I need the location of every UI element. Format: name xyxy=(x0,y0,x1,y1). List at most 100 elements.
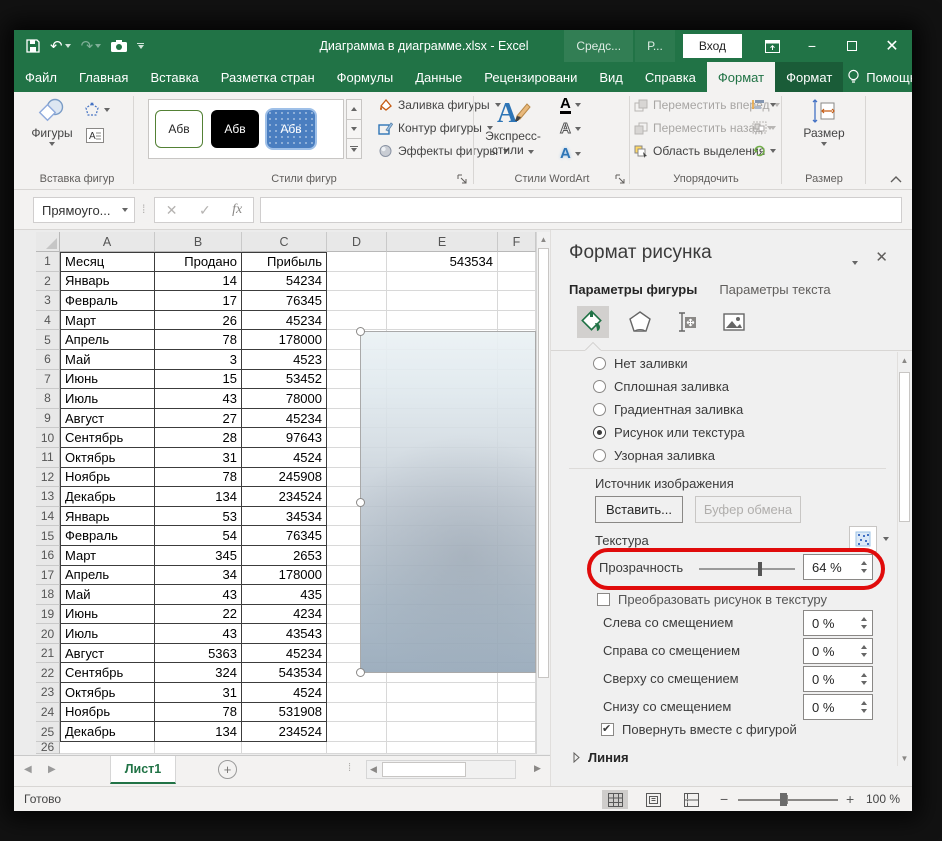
formula-input[interactable] xyxy=(260,197,902,223)
ribbon-tab[interactable]: Рецензировани xyxy=(473,62,588,92)
scroll-up-arrow[interactable]: ▲ xyxy=(537,232,550,246)
grid-cell[interactable] xyxy=(498,271,536,292)
grid-cell[interactable]: Месяц xyxy=(60,252,155,272)
grid-cell[interactable]: 3 xyxy=(155,349,242,370)
grid-cell[interactable]: 43 xyxy=(155,585,242,605)
grid-cell[interactable]: Март xyxy=(60,310,155,331)
contextual-group-picture-tools[interactable]: Р... xyxy=(635,30,675,62)
grid-cell[interactable] xyxy=(387,741,498,754)
selection-pane-button[interactable]: Область выделения xyxy=(634,144,765,158)
insert-picture-button[interactable]: Вставить... xyxy=(595,496,683,523)
grid-cell[interactable]: 76345 xyxy=(242,291,327,311)
grid-cell[interactable]: Февраль xyxy=(60,526,155,546)
fill-option[interactable]: Рисунок или текстура xyxy=(593,425,745,440)
maximize-button[interactable] xyxy=(832,30,872,62)
grid-col-header[interactable]: B xyxy=(155,232,242,252)
picture-icon[interactable] xyxy=(718,306,750,338)
spinner-arrows[interactable] xyxy=(861,645,867,657)
grid-cell[interactable]: Июль xyxy=(60,624,155,644)
grid-cell[interactable]: Август xyxy=(60,643,155,664)
grid-cell[interactable]: 45234 xyxy=(242,310,327,331)
picture-handle-top-left[interactable] xyxy=(356,327,365,336)
close-button[interactable]: ✕ xyxy=(872,30,912,62)
grid-row-header[interactable]: 4 xyxy=(36,310,60,331)
fill-option[interactable]: Сплошная заливка xyxy=(593,379,729,394)
grid-cell[interactable] xyxy=(327,271,387,292)
size-button[interactable]: Размер xyxy=(800,98,848,146)
grid-cell[interactable] xyxy=(498,741,536,754)
grid-cell[interactable] xyxy=(498,310,536,331)
grid-cell[interactable]: Ноябрь xyxy=(60,702,155,723)
grid-cell[interactable]: 28 xyxy=(155,428,242,448)
grid-cell[interactable]: 134 xyxy=(155,487,242,507)
clipboard-button[interactable]: Буфер обмена xyxy=(695,496,801,523)
grid-cell[interactable] xyxy=(327,702,387,723)
transparency-slider[interactable] xyxy=(699,562,795,576)
grid-row-header[interactable]: 24 xyxy=(36,702,60,723)
grid-row-header[interactable]: 10 xyxy=(36,428,60,448)
grid-row-header[interactable]: 23 xyxy=(36,683,60,703)
grid-cell[interactable]: 78 xyxy=(155,330,242,350)
grid-cell[interactable]: 43 xyxy=(155,389,242,409)
line-section-header[interactable]: Линия xyxy=(573,750,629,765)
zoom-in-button[interactable]: + xyxy=(846,791,854,807)
radio-unselected[interactable] xyxy=(593,403,606,416)
grid-cell[interactable] xyxy=(327,252,387,272)
ribbon-tab[interactable]: Формулы xyxy=(326,62,405,92)
grid-cell[interactable] xyxy=(327,683,387,703)
grid-row-header[interactable]: 9 xyxy=(36,408,60,429)
grid-col-header[interactable]: C xyxy=(242,232,327,252)
gallery-more-button[interactable] xyxy=(346,139,362,160)
grid-row-header[interactable]: 16 xyxy=(36,545,60,566)
grid-cell[interactable]: 2653 xyxy=(242,545,327,566)
confirm-entry-icon[interactable]: ✓ xyxy=(199,202,211,219)
picture-handle-bottom-left[interactable] xyxy=(356,668,365,677)
pane-close-icon[interactable]: ✕ xyxy=(875,248,888,266)
spinner-arrows[interactable] xyxy=(861,673,867,685)
grid-cell[interactable] xyxy=(387,271,498,292)
grid-cell[interactable]: 543534 xyxy=(387,252,498,272)
grid-row-header[interactable]: 20 xyxy=(36,624,60,644)
fill-option[interactable]: Узорная заливка xyxy=(593,448,715,463)
grid-cell[interactable]: 45234 xyxy=(242,408,327,429)
grid-cell[interactable]: Февраль xyxy=(60,291,155,311)
gallery-up-button[interactable] xyxy=(346,99,362,120)
vertical-scrollbar-thumb[interactable] xyxy=(538,248,549,678)
edit-shape-button[interactable] xyxy=(84,102,110,117)
offset-spinner[interactable]: 0 % xyxy=(803,666,873,692)
grid-row-header[interactable]: 26 xyxy=(36,741,60,754)
picture-overlay[interactable] xyxy=(356,327,536,677)
grid-row-header[interactable]: 2 xyxy=(36,271,60,292)
grid-cell[interactable]: 27 xyxy=(155,408,242,429)
grid-cell[interactable]: 31 xyxy=(155,683,242,703)
sheet-nav-right-arrow[interactable]: ▶ xyxy=(48,764,56,775)
grid-cell[interactable]: Март xyxy=(60,545,155,566)
rotate-objects-button[interactable] xyxy=(752,144,776,157)
wordart-dialog-launcher[interactable] xyxy=(615,174,626,185)
fill-option[interactable]: Нет заливки xyxy=(593,356,688,371)
grid-cell[interactable]: 178000 xyxy=(242,565,327,586)
grid-cell[interactable]: Август xyxy=(60,408,155,429)
size-properties-icon[interactable] xyxy=(671,306,703,338)
radio-unselected[interactable] xyxy=(593,357,606,370)
grid-cell[interactable]: 78 xyxy=(155,467,242,488)
grid-cell[interactable]: 43 xyxy=(155,624,242,644)
radio-unselected[interactable] xyxy=(593,449,606,462)
assistant-label[interactable]: Помощн xyxy=(866,70,912,85)
grid-cell[interactable] xyxy=(387,702,498,723)
grid-row-header[interactable]: 22 xyxy=(36,663,60,684)
text-box-button[interactable]: A xyxy=(86,128,104,143)
offset-spinner[interactable]: 0 % xyxy=(803,694,873,720)
tab-shape-options[interactable]: Параметры фигуры xyxy=(569,282,697,297)
gallery-down-button[interactable] xyxy=(346,119,362,140)
grid-cell[interactable]: 178000 xyxy=(242,330,327,350)
grid-cell[interactable]: 324 xyxy=(155,663,242,684)
grid-cell[interactable]: Январь xyxy=(60,271,155,292)
checkbox-checked[interactable] xyxy=(601,722,614,736)
grid-col-header[interactable]: E xyxy=(387,232,498,252)
grid-row-header[interactable]: 11 xyxy=(36,447,60,468)
grid-cell[interactable]: 22 xyxy=(155,604,242,625)
grid-row-header[interactable]: 1 xyxy=(36,252,60,272)
grid-cell[interactable]: 34 xyxy=(155,565,242,586)
collapse-ribbon-chevron[interactable] xyxy=(890,175,902,183)
